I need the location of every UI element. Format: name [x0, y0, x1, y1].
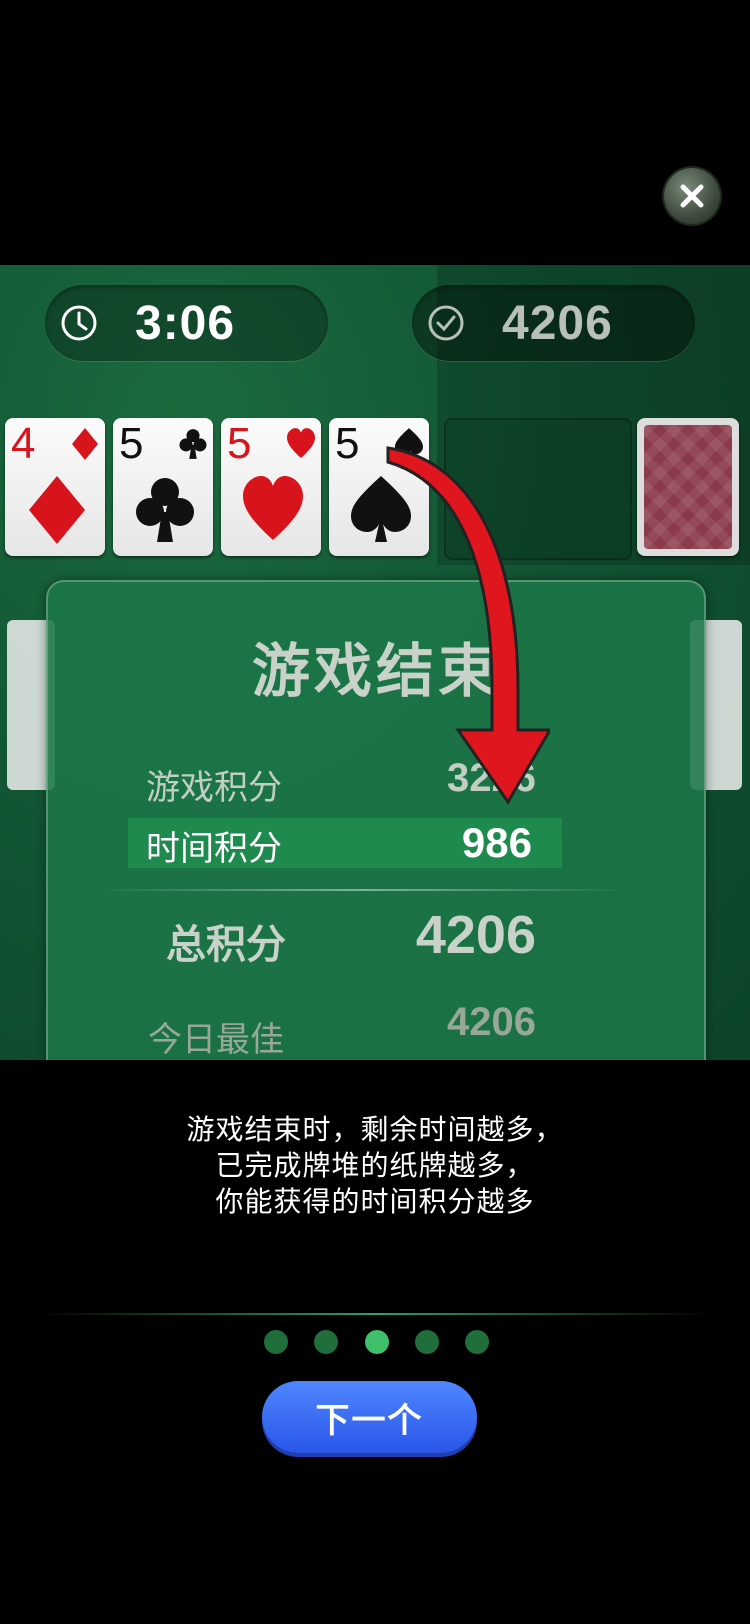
caption-line: 你能获得的时间积分越多 [215, 1185, 535, 1218]
card-back [644, 425, 732, 549]
score-text: 4206 [502, 296, 613, 350]
timer-display: 3:06 [45, 285, 328, 361]
game-score-label: 游戏积分 [146, 768, 282, 808]
next-button[interactable]: 下一个 [262, 1381, 477, 1453]
card-rank: 5 [227, 419, 252, 468]
separator-line [40, 1313, 710, 1315]
card-rank: 4 [11, 419, 36, 468]
club-icon [136, 478, 194, 542]
card-rank: 5 [119, 419, 144, 468]
page-indicator [264, 1330, 489, 1354]
best-today-label: 今日最佳 [148, 1020, 284, 1060]
page-dot[interactable] [264, 1330, 288, 1354]
page-dot[interactable] [465, 1330, 489, 1354]
heart-icon [287, 428, 315, 458]
caption-line: 已完成牌堆的纸牌越多， [215, 1149, 535, 1182]
caption-line: 游戏结束时，剩余时间越多， [186, 1113, 564, 1146]
page-dot-active[interactable] [364, 1330, 389, 1354]
card-rank: 5 [335, 419, 360, 468]
foundation-card-club: 5 [113, 418, 213, 556]
diamond-icon [72, 428, 98, 460]
score-display: 4206 [412, 285, 695, 361]
club-icon [179, 429, 207, 459]
panel-divider [98, 889, 628, 891]
time-score-label: 时间积分 [146, 829, 282, 869]
page-dot[interactable] [314, 1330, 339, 1354]
clock-icon [61, 305, 97, 341]
time-score-value: 986 [461, 819, 532, 866]
panel-title: 游戏结束 [251, 637, 500, 705]
close-icon [680, 184, 704, 208]
foundation-card-diamond: 4 [5, 418, 105, 556]
total-score-label: 总积分 [166, 922, 286, 968]
total-score-value: 4206 [415, 905, 536, 965]
stock-pile [637, 418, 739, 556]
page-dot[interactable] [414, 1330, 439, 1354]
check-circle-icon [428, 305, 464, 341]
heart-icon [243, 476, 303, 540]
diamond-icon [29, 476, 85, 544]
best-today-value: 4206 [447, 1000, 536, 1044]
arrow-pointer-icon [386, 446, 550, 805]
tutorial-caption: 游戏结束时，剩余时间越多， 已完成牌堆的纸牌越多， 你能获得的时间积分越多 [0, 1112, 750, 1220]
close-button[interactable] [664, 168, 720, 224]
game-over-panel: 游戏结束 游戏积分 3226 时间积分 986 总积分 4206 今日最佳 42… [46, 580, 706, 1104]
time-score-row: 时间积分 986 [128, 818, 562, 869]
timer-text: 3:06 [135, 296, 236, 350]
foundation-card-heart: 5 [221, 418, 321, 556]
